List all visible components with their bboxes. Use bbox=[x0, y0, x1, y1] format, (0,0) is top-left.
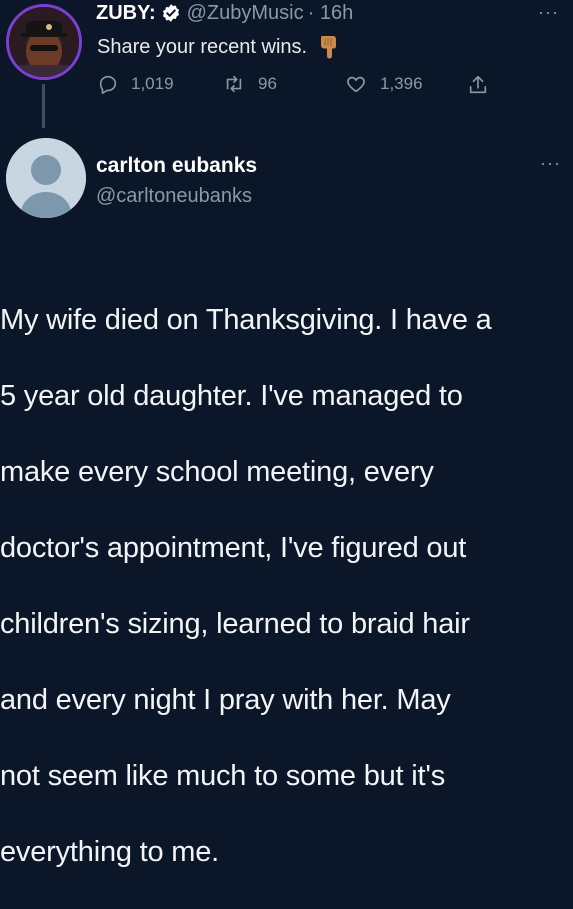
body-line: 5 year old daughter. I've managed to bbox=[0, 380, 463, 412]
tweet-text-content: Share your recent wins. bbox=[97, 35, 308, 58]
reply-button[interactable]: 1,019 bbox=[97, 73, 174, 95]
avatar-photo bbox=[9, 7, 79, 77]
reply-count: 1,019 bbox=[131, 74, 174, 93]
tweet-timestamp[interactable]: · 16h bbox=[308, 2, 354, 25]
more-options-icon[interactable]: ··· bbox=[538, 2, 559, 23]
retweet-count: 96 bbox=[258, 74, 277, 93]
retweet-button[interactable]: 96 bbox=[222, 73, 277, 95]
body-line: not seem like much to some but it's bbox=[0, 760, 446, 792]
verified-badge-icon bbox=[161, 3, 181, 23]
default-avatar[interactable] bbox=[6, 138, 86, 218]
reply-icon bbox=[99, 75, 117, 94]
body-line: everything to me. bbox=[0, 836, 220, 868]
body-line: and every night I pray with her. May bbox=[0, 684, 451, 716]
author-display-name[interactable]: ZUBY: bbox=[96, 2, 156, 25]
reply-more-options-icon[interactable]: ··· bbox=[540, 153, 561, 174]
default-user-icon bbox=[6, 138, 86, 218]
body-line: children's sizing, learned to braid hair bbox=[0, 608, 470, 640]
tweet-author-row: ZUBY: @ZubyMusic · 16h bbox=[96, 0, 353, 26]
share-button[interactable] bbox=[467, 73, 501, 97]
author-handle[interactable]: @ZubyMusic bbox=[187, 2, 304, 25]
body-line: doctor's appointment, I've figured out bbox=[0, 532, 467, 564]
reply-body-text: My wife died on Thanksgiving. I have a 5… bbox=[0, 263, 573, 909]
pointing-down-hand-icon bbox=[317, 34, 341, 60]
like-button[interactable]: 1,396 bbox=[344, 73, 423, 95]
heart-icon bbox=[347, 76, 365, 93]
avatar[interactable] bbox=[6, 4, 82, 80]
share-icon bbox=[469, 75, 487, 94]
reply-author-name[interactable]: carlton eubanks bbox=[96, 154, 257, 178]
like-count: 1,396 bbox=[380, 74, 423, 93]
retweet-icon bbox=[226, 75, 242, 93]
body-line: make every school meeting, every bbox=[0, 456, 434, 488]
body-line: My wife died on Thanksgiving. I have a bbox=[0, 304, 492, 336]
thread-connector-line bbox=[42, 84, 45, 128]
tweet-action-bar: 1,019 96 1,396 bbox=[97, 73, 517, 101]
tweet-text: Share your recent wins. bbox=[97, 34, 341, 60]
reply-author-handle[interactable]: @carltoneubanks bbox=[96, 185, 252, 208]
